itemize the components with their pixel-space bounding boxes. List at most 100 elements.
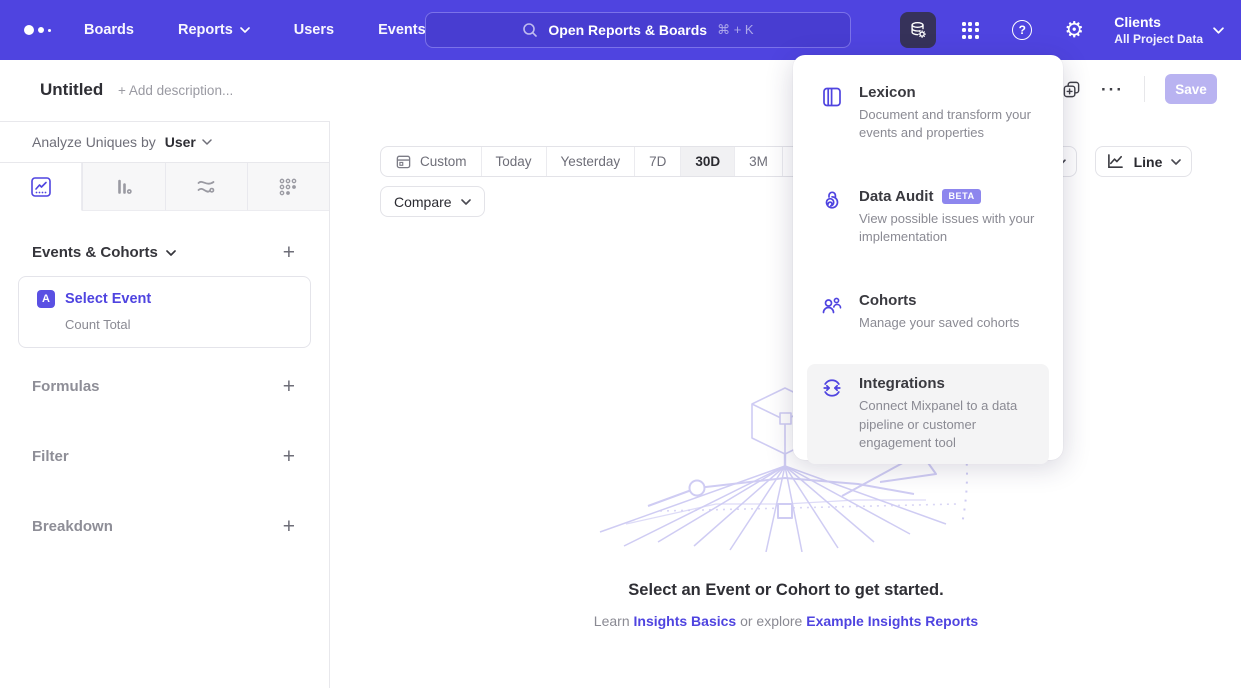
global-search-input[interactable]: Open Reports & Boards ⌘ + K xyxy=(425,12,851,48)
add-breakdown-button[interactable]: + xyxy=(283,516,295,537)
report-actions: ··· Save xyxy=(1062,74,1217,104)
grid-dots-icon xyxy=(962,22,979,39)
popover-item-cohorts[interactable]: Cohorts Manage your saved cohorts xyxy=(807,281,1049,343)
compare-dropdown[interactable]: Compare xyxy=(380,186,485,217)
question-circle-icon: ? xyxy=(1012,20,1032,40)
analyze-label: Analyze Uniques by xyxy=(32,134,156,150)
events-cohorts-header: Events & Cohorts + xyxy=(0,242,329,263)
range-label: Yesterday xyxy=(561,154,621,169)
project-scope: All Project Data xyxy=(1114,32,1203,46)
nav-menu: Boards Reports Users Events xyxy=(84,22,426,38)
popover-item-desc: Manage your saved cohorts xyxy=(859,314,1019,332)
tab-insights-line[interactable] xyxy=(0,163,82,211)
database-gear-icon xyxy=(908,20,928,40)
add-filter-button[interactable]: + xyxy=(283,446,295,467)
formulas-section: Formulas + xyxy=(0,376,329,396)
popover-item-desc: Connect Mixpanel to a data pipeline or c… xyxy=(859,397,1035,452)
search-shortcut: ⌘ + K xyxy=(717,22,754,38)
data-management-button[interactable] xyxy=(900,12,936,48)
range-label: Custom xyxy=(420,154,467,169)
more-options-button[interactable]: ··· xyxy=(1101,81,1124,98)
nav-right-cluster: ? ⚙ Clients All Project Data xyxy=(900,0,1223,60)
settings-button[interactable]: ⚙ xyxy=(1056,12,1092,48)
project-selector[interactable]: Clients All Project Data xyxy=(1114,14,1223,46)
range-label: Today xyxy=(496,154,532,169)
report-title[interactable]: Untitled xyxy=(40,80,103,100)
project-text: Clients All Project Data xyxy=(1114,14,1203,46)
popover-item-title: Lexicon xyxy=(859,84,1035,101)
duplicate-button[interactable] xyxy=(1062,80,1081,99)
flows-tab-icon xyxy=(195,176,217,198)
divider xyxy=(1144,76,1145,102)
nav-item-boards[interactable]: Boards xyxy=(84,22,134,38)
save-button[interactable]: Save xyxy=(1165,74,1217,104)
mixpanel-logo-icon[interactable] xyxy=(24,25,52,35)
query-builder-sidebar: Analyze Uniques by User xyxy=(0,121,330,688)
nav-item-label: Reports xyxy=(178,22,233,38)
line-chart-tab-icon xyxy=(30,176,52,198)
event-series-badge: A xyxy=(37,290,55,308)
sync-circle-icon xyxy=(821,375,843,452)
chevron-down-icon xyxy=(461,199,471,205)
range-label: 7D xyxy=(649,154,666,169)
range-yesterday[interactable]: Yesterday xyxy=(546,147,635,176)
add-formula-button[interactable]: + xyxy=(283,376,295,397)
org-name: Clients xyxy=(1114,14,1203,30)
bar-chart-tab-icon xyxy=(113,176,135,198)
select-event-button[interactable]: Select Event xyxy=(65,291,151,307)
nav-item-reports[interactable]: Reports xyxy=(178,22,250,38)
apps-grid-button[interactable] xyxy=(952,12,988,48)
calendar-icon xyxy=(395,153,412,170)
add-event-button[interactable]: + xyxy=(283,242,295,263)
users-icon xyxy=(821,292,843,332)
chart-type-label: Line xyxy=(1134,154,1163,170)
date-range-control: Custom Today Yesterday 7D 30D 3M 6M xyxy=(380,146,831,177)
retention-tab-icon xyxy=(277,176,299,198)
nav-item-users[interactable]: Users xyxy=(294,22,334,38)
nav-item-label: Boards xyxy=(84,22,134,38)
nav-item-label: Events xyxy=(378,22,426,38)
nav-item-events[interactable]: Events xyxy=(378,22,426,38)
chevron-down-icon xyxy=(1213,27,1223,33)
search-placeholder: Open Reports & Boards xyxy=(548,22,707,38)
tab-bar-chart[interactable] xyxy=(82,163,164,211)
empty-state-subtext: Learn Insights Basics or explore Example… xyxy=(331,613,1241,629)
chevron-down-icon xyxy=(1171,159,1181,165)
popover-item-lexicon[interactable]: Lexicon Document and transform your even… xyxy=(807,73,1049,154)
filter-label: Filter xyxy=(32,448,69,465)
chevron-down-icon xyxy=(202,139,212,145)
popover-item-integrations[interactable]: Integrations Connect Mixpanel to a data … xyxy=(807,364,1049,463)
nav-item-label: Users xyxy=(294,22,334,38)
range-custom[interactable]: Custom xyxy=(381,147,481,176)
gear-icon: ⚙ xyxy=(1064,19,1084,41)
line-chart-icon xyxy=(1106,153,1125,170)
popover-item-desc: View possible issues with your implement… xyxy=(859,210,1035,247)
breakdown-label: Breakdown xyxy=(32,518,113,535)
range-today[interactable]: Today xyxy=(481,147,546,176)
event-card[interactable]: A Select Event Count Total xyxy=(18,276,311,348)
range-7d[interactable]: 7D xyxy=(634,147,680,176)
range-label: 30D xyxy=(695,154,720,169)
tab-flows[interactable] xyxy=(165,163,247,211)
range-30d[interactable]: 30D xyxy=(680,147,734,176)
help-button[interactable]: ? xyxy=(1004,12,1040,48)
chevron-down-icon xyxy=(166,250,176,256)
insights-basics-link[interactable]: Insights Basics xyxy=(634,613,737,629)
example-reports-link[interactable]: Example Insights Reports xyxy=(806,613,978,629)
formulas-label: Formulas xyxy=(32,378,100,395)
popover-item-title: Cohorts xyxy=(859,292,1019,309)
event-aggregation[interactable]: Count Total xyxy=(65,317,296,332)
range-label: 3M xyxy=(749,154,768,169)
chart-type-dropdown[interactable]: Line xyxy=(1095,146,1192,177)
popover-item-data-audit[interactable]: Data AuditBETA View possible issues with… xyxy=(807,177,1049,258)
subtext-prefix: Learn xyxy=(594,613,634,629)
add-description-field[interactable]: + Add description... xyxy=(118,83,233,98)
subtext-middle: or explore xyxy=(736,613,806,629)
tab-retention[interactable] xyxy=(247,163,329,211)
events-cohorts-toggle[interactable]: Events & Cohorts xyxy=(32,244,176,261)
range-3m[interactable]: 3M xyxy=(734,147,782,176)
search-icon xyxy=(522,22,538,38)
analyze-uniques-row: Analyze Uniques by User xyxy=(0,122,329,163)
popover-item-desc: Document and transform your events and p… xyxy=(859,106,1035,143)
analyze-value-dropdown[interactable]: User xyxy=(165,134,196,150)
